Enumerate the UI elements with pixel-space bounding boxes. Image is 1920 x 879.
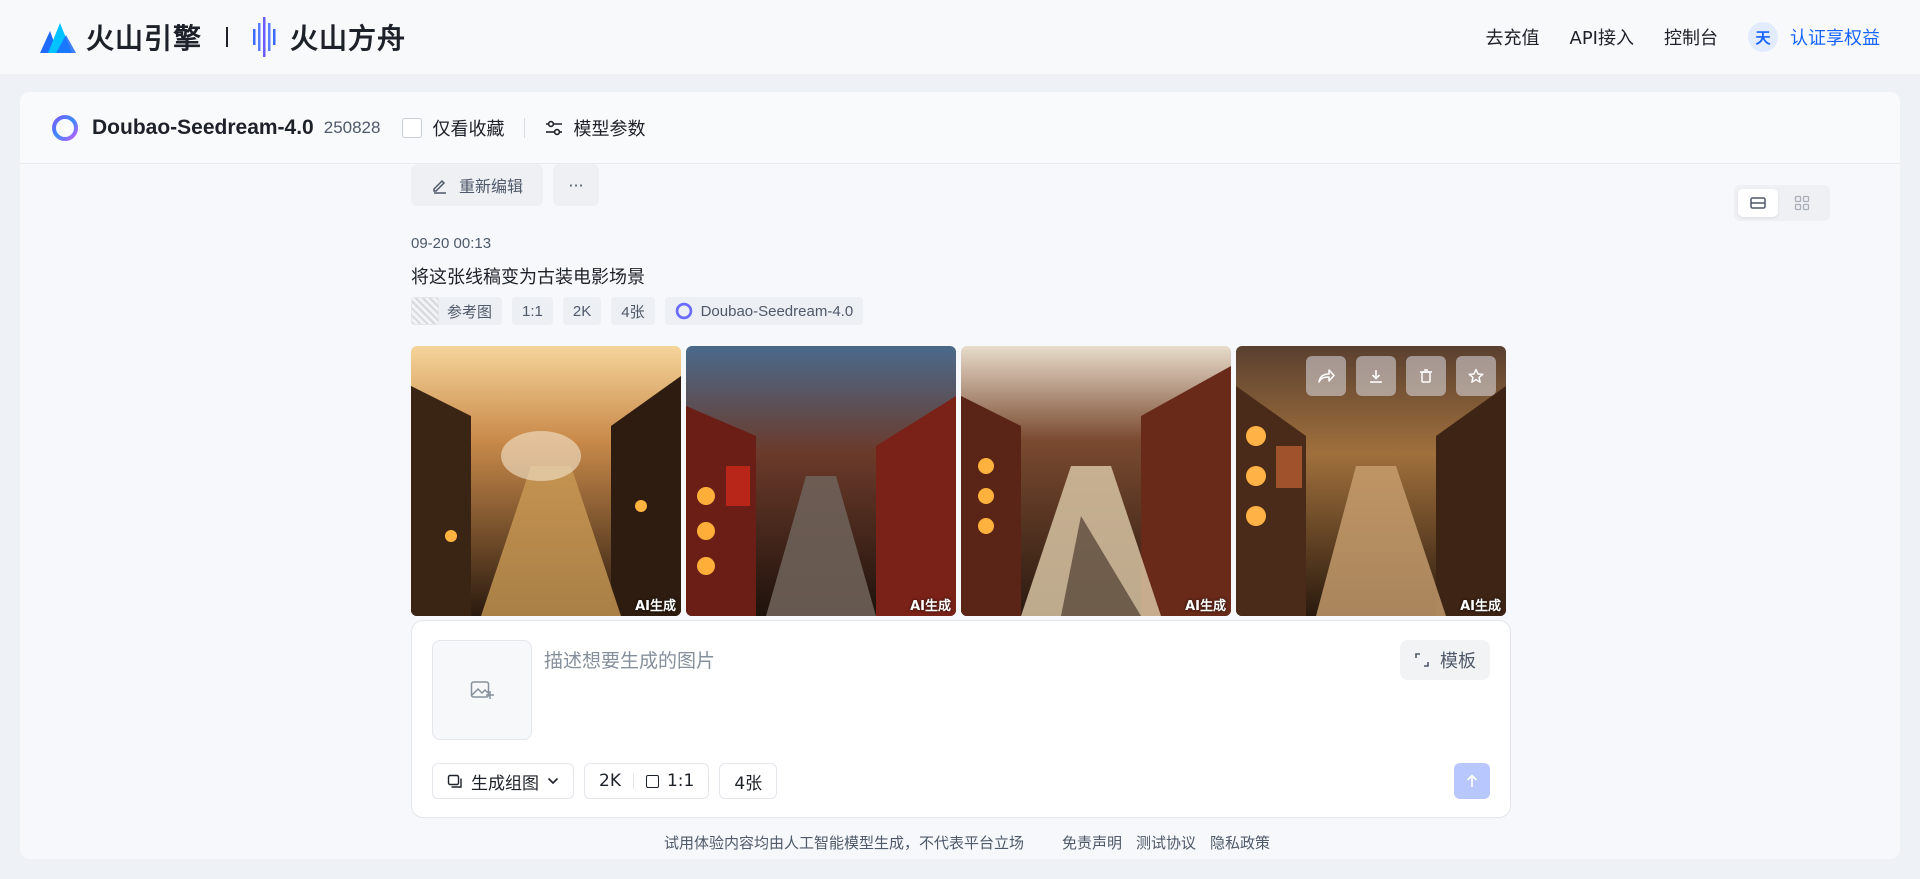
generated-image-3[interactable]: AI生成 [961, 346, 1231, 616]
upload-image-button[interactable] [432, 640, 532, 740]
chip-divider [632, 773, 634, 789]
ancient-street-image [411, 346, 681, 616]
verify-benefits-link[interactable]: 认证享权益 [1790, 24, 1880, 50]
footer: 试用体验内容均由人工智能模型生成，不代表平台立场 免责声明 测试协议 隐私政策 [20, 832, 1900, 853]
count-tag: 4张 [611, 297, 655, 325]
more-icon: ··· [568, 175, 584, 195]
prompt-composer: 模板 生成组图 2K 1:1 4张 [411, 620, 1511, 818]
top-nav: 火山引擎 火山方舟 去充值 API接入 控制台 天 认证享权益 [0, 0, 1920, 74]
brand-primary: 火山引擎 [86, 22, 203, 55]
square-ratio-icon [645, 774, 659, 788]
grid-view-icon [1794, 195, 1810, 211]
favorite-button[interactable] [1456, 356, 1496, 396]
resolution-value: 2K [599, 771, 621, 791]
ratio-value: 1:1 [666, 771, 695, 791]
share-button[interactable] [1306, 356, 1346, 396]
template-button[interactable]: 模板 [1400, 640, 1490, 680]
image-group-icon [447, 774, 462, 788]
brand-divider [226, 27, 229, 47]
expand-icon [1415, 653, 1429, 667]
test-agreement-link[interactable]: 测试协议 [1136, 832, 1196, 853]
share-icon [1318, 369, 1335, 383]
favorites-label[interactable]: 仅看收藏 [432, 115, 504, 141]
nav-api-link[interactable]: API接入 [1570, 24, 1634, 50]
message-tags: 参考图 1:1 2K 4张 Doubao-Seedream-4.0 [411, 297, 864, 325]
volcengine-logo-icon [40, 23, 76, 53]
resolution-tag: 2K [562, 297, 602, 325]
composer-options: 生成组图 2K 1:1 4张 [432, 763, 778, 799]
user-area[interactable]: 天 认证享权益 [1748, 22, 1880, 52]
more-button[interactable]: ··· [553, 164, 600, 206]
list-view-icon [1750, 197, 1766, 209]
model-version: 250828 [323, 117, 381, 137]
model-tag: Doubao-Seedream-4.0 [664, 297, 864, 325]
ancient-street-image [686, 346, 956, 616]
ai-generated-label: AI生成 [910, 599, 951, 614]
disclaimer-link[interactable]: 免责声明 [1062, 832, 1122, 853]
generated-image-2[interactable]: AI生成 [686, 346, 956, 616]
ark-logo-icon [253, 17, 276, 57]
chevron-down-icon [547, 777, 559, 785]
view-toggle [1734, 185, 1830, 221]
count-value: 4张 [734, 773, 763, 794]
download-icon [1370, 370, 1382, 383]
card-header: Doubao-Seedream-4.0 250828 仅看收藏 模型参数 [20, 92, 1900, 164]
avatar[interactable]: 天 [1748, 22, 1778, 52]
generated-images: AI生成 AI生成 AI生成 AI生成 [411, 346, 1506, 616]
reference-label: 参考图 [447, 303, 493, 321]
ratio-tag: 1:1 [512, 297, 553, 325]
star-icon [1468, 368, 1484, 383]
image-add-icon [470, 681, 494, 699]
header-divider [524, 117, 526, 138]
count-select[interactable]: 4张 [719, 763, 778, 799]
main-card: Doubao-Seedream-4.0 250828 仅看收藏 模型参数 重新编… [20, 92, 1900, 859]
arrow-up-icon [1466, 774, 1478, 787]
trash-icon [1420, 369, 1432, 383]
edit-icon [433, 179, 446, 194]
size-ratio-select[interactable]: 2K 1:1 [584, 763, 710, 799]
ai-generated-label: AI生成 [635, 599, 676, 614]
image-actions [1306, 356, 1496, 396]
template-label: 模板 [1440, 651, 1476, 672]
mode-label: 生成组图 [471, 773, 539, 794]
seedream-logo-icon [52, 114, 78, 141]
generated-image-4[interactable]: AI生成 [1236, 346, 1506, 616]
model-name[interactable]: Doubao-Seedream-4.0 [92, 116, 314, 140]
ancient-street-image [961, 346, 1231, 616]
message-time: 09-20 00:13 [411, 235, 492, 252]
brand[interactable]: 火山引擎 火山方舟 [40, 17, 406, 57]
ai-generated-label: AI生成 [1460, 599, 1501, 614]
delete-button[interactable] [1406, 356, 1446, 396]
send-button[interactable] [1454, 763, 1490, 799]
list-view-button[interactable] [1738, 189, 1778, 217]
reedit-label: 重新编辑 [459, 177, 524, 196]
model-tag-label: Doubao-Seedream-4.0 [700, 302, 854, 320]
grid-view-button[interactable] [1782, 189, 1822, 217]
download-button[interactable] [1356, 356, 1396, 396]
message-prompt: 将这张线稿变为古装电影场景 [411, 267, 645, 288]
ai-generated-label: AI生成 [1185, 599, 1226, 614]
privacy-policy-link[interactable]: 隐私政策 [1210, 832, 1270, 853]
model-params-button[interactable]: 模型参数 [545, 115, 645, 141]
favorites-checkbox[interactable] [402, 117, 423, 138]
sliders-icon [546, 120, 563, 135]
seedream-logo-icon [675, 302, 692, 320]
prompt-input[interactable] [544, 641, 1344, 681]
generated-image-1[interactable]: AI生成 [411, 346, 681, 616]
reference-image-tag[interactable]: 参考图 [411, 297, 503, 325]
footer-notice: 试用体验内容均由人工智能模型生成，不代表平台立场 [663, 834, 1024, 852]
nav-console-link[interactable]: 控制台 [1664, 24, 1718, 50]
reference-thumbnail [411, 297, 439, 325]
model-params-label: 模型参数 [573, 118, 646, 140]
reedit-button[interactable]: 重新编辑 [411, 164, 544, 206]
mode-select[interactable]: 生成组图 [432, 763, 574, 799]
nav-recharge-link[interactable]: 去充值 [1486, 24, 1540, 50]
previous-message-tools: 重新编辑 ··· [411, 164, 600, 206]
brand-secondary: 火山方舟 [290, 22, 407, 55]
